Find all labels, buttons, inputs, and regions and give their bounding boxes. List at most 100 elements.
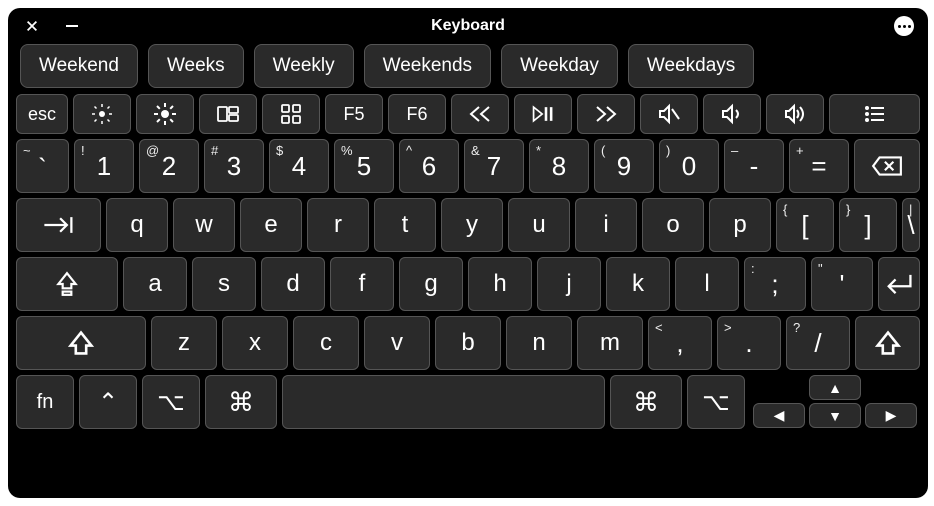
key-4[interactable]: $4 — [269, 139, 329, 193]
key-f[interactable]: f — [330, 257, 394, 311]
suggestion-item[interactable]: Weekend — [20, 44, 138, 88]
key-u[interactable]: u — [508, 198, 570, 252]
key-command-left[interactable]: ⌘ — [205, 375, 277, 429]
key-k[interactable]: k — [606, 257, 670, 311]
key-bracket-left[interactable]: {[ — [776, 198, 834, 252]
minimize-icon[interactable] — [62, 16, 82, 36]
key-f6[interactable]: F6 — [388, 94, 446, 134]
key-m[interactable]: m — [577, 316, 643, 370]
key-volume-up[interactable] — [766, 94, 824, 134]
key-volume-down[interactable] — [703, 94, 761, 134]
key-z[interactable]: z — [151, 316, 217, 370]
key-arrow-left[interactable]: ◀ — [753, 403, 805, 428]
key-3[interactable]: #3 — [204, 139, 264, 193]
key-2[interactable]: @2 — [139, 139, 199, 193]
key-return[interactable] — [878, 257, 920, 311]
key-p[interactable]: p — [709, 198, 771, 252]
key-backslash[interactable]: |\ — [902, 198, 920, 252]
key-b[interactable]: b — [435, 316, 501, 370]
brightness-down-icon — [90, 102, 114, 126]
key-quote[interactable]: "' — [811, 257, 873, 311]
key-option-left[interactable]: ⌥ — [142, 375, 200, 429]
key-comma[interactable]: <, — [648, 316, 712, 370]
key-7[interactable]: &7 — [464, 139, 524, 193]
key-q[interactable]: q — [106, 198, 168, 252]
key-y[interactable]: y — [441, 198, 503, 252]
key-arrow-down[interactable]: ▼ — [809, 403, 861, 428]
key-slash[interactable]: ?/ — [786, 316, 850, 370]
list-icon — [863, 102, 887, 126]
key-a[interactable]: a — [123, 257, 187, 311]
key-i[interactable]: i — [575, 198, 637, 252]
key-command-right[interactable]: ⌘ — [610, 375, 682, 429]
key-d[interactable]: d — [261, 257, 325, 311]
key-6[interactable]: ^6 — [399, 139, 459, 193]
key-tab[interactable] — [16, 198, 101, 252]
key-n[interactable]: n — [506, 316, 572, 370]
key-list[interactable] — [829, 94, 920, 134]
volume-up-icon — [783, 102, 807, 126]
key-arrow-right[interactable]: ▶ — [865, 403, 917, 428]
key-h[interactable]: h — [468, 257, 532, 311]
key-caps-lock[interactable] — [16, 257, 118, 311]
key-brightness-up[interactable] — [136, 94, 194, 134]
key-t[interactable]: t — [374, 198, 436, 252]
key-option-right[interactable]: ⌥ — [687, 375, 745, 429]
fast-forward-icon — [594, 102, 618, 126]
close-icon[interactable] — [22, 16, 42, 36]
shift-icon — [875, 330, 901, 356]
key-equals[interactable]: += — [789, 139, 849, 193]
key-brightness-down[interactable] — [73, 94, 131, 134]
key-fast-forward[interactable] — [577, 94, 635, 134]
key-e[interactable]: e — [240, 198, 302, 252]
key-control[interactable]: ⌃ — [79, 375, 137, 429]
key-fn[interactable]: fn — [16, 375, 74, 429]
key-minus[interactable]: –- — [724, 139, 784, 193]
more-options-icon[interactable] — [894, 16, 914, 36]
key-rewind[interactable] — [451, 94, 509, 134]
key-x[interactable]: x — [222, 316, 288, 370]
suggestion-item[interactable]: Weekdays — [628, 44, 754, 88]
key-shift-left[interactable] — [16, 316, 146, 370]
brightness-up-icon — [153, 102, 177, 126]
key-period[interactable]: >. — [717, 316, 781, 370]
caps-lock-icon — [56, 271, 78, 297]
key-o[interactable]: o — [642, 198, 704, 252]
key-f5[interactable]: F5 — [325, 94, 383, 134]
key-v[interactable]: v — [364, 316, 430, 370]
key-s[interactable]: s — [192, 257, 256, 311]
key-l[interactable]: l — [675, 257, 739, 311]
key-w[interactable]: w — [173, 198, 235, 252]
key-mission-control[interactable] — [199, 94, 257, 134]
key-0[interactable]: )0 — [659, 139, 719, 193]
key-r[interactable]: r — [307, 198, 369, 252]
key-c[interactable]: c — [293, 316, 359, 370]
key-bracket-right[interactable]: }] — [839, 198, 897, 252]
key-8[interactable]: *8 — [529, 139, 589, 193]
key-g[interactable]: g — [399, 257, 463, 311]
key-backspace[interactable] — [854, 139, 920, 193]
key-space[interactable] — [282, 375, 605, 429]
window-title: Keyboard — [431, 17, 505, 35]
suggestion-item[interactable]: Weekday — [501, 44, 618, 88]
key-arrow-up[interactable]: ▲ — [809, 375, 861, 400]
key-5[interactable]: %5 — [334, 139, 394, 193]
key-escape[interactable]: esc — [16, 94, 68, 134]
key-j[interactable]: j — [537, 257, 601, 311]
key-mute[interactable] — [640, 94, 698, 134]
key-semicolon[interactable]: :; — [744, 257, 806, 311]
key-1[interactable]: !1 — [74, 139, 134, 193]
key-9[interactable]: (9 — [594, 139, 654, 193]
suggestion-item[interactable]: Weeks — [148, 44, 244, 88]
suggestion-item[interactable]: Weekly — [254, 44, 354, 88]
rewind-icon — [468, 102, 492, 126]
titlebar: Keyboard — [16, 12, 920, 40]
key-backtick[interactable]: ~ ` — [16, 139, 69, 193]
return-icon — [883, 272, 915, 296]
key-play-pause[interactable] — [514, 94, 572, 134]
suggestion-item[interactable]: Weekends — [364, 44, 491, 88]
key-launchpad[interactable] — [262, 94, 320, 134]
mute-icon — [657, 102, 681, 126]
key-shift-right[interactable] — [855, 316, 920, 370]
keyboard-grid: esc F5 F6 — [16, 94, 920, 431]
